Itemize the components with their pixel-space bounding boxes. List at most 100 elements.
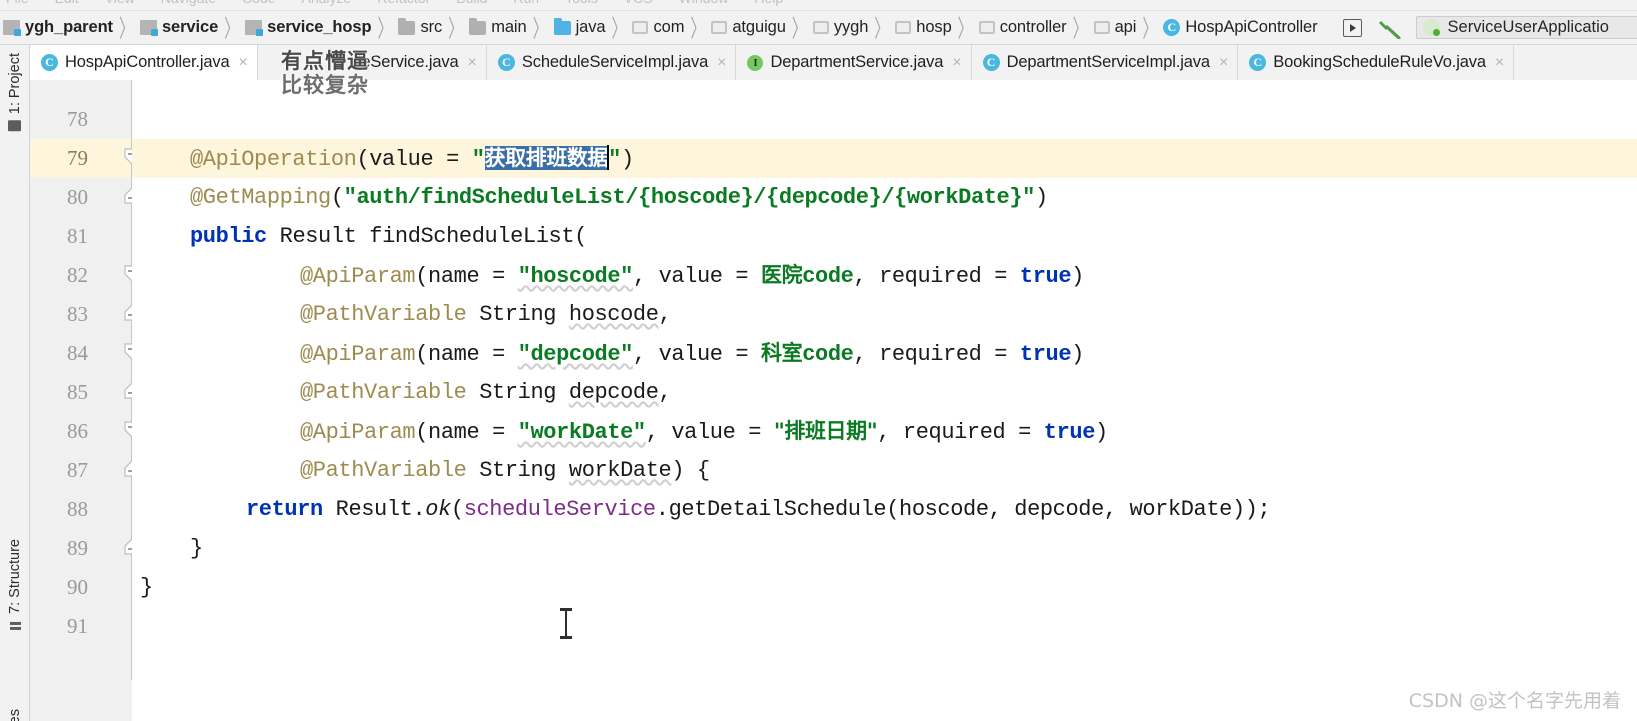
breadcrumb-item-main[interactable]: main (466, 11, 529, 44)
spring-boot-icon (1422, 19, 1440, 36)
breadcrumb-label: atguigu (732, 18, 786, 36)
line-number: 85 (67, 380, 88, 404)
breadcrumb-item-com[interactable]: com (629, 11, 687, 44)
breadcrumb-item-hospapicontroller[interactable]: C HospApiController (1160, 11, 1320, 44)
breadcrumb-item-src[interactable]: src (395, 11, 445, 44)
package-icon (812, 21, 829, 34)
breadcrumb-item-service-hosp[interactable]: service_hosp (242, 11, 374, 44)
line-number: 82 (67, 263, 88, 287)
breadcrumb-item-atguigu[interactable]: atguigu (708, 11, 788, 44)
menu-item-analyze[interactable]: Analyze (302, 0, 352, 5)
tab-departmentserviceimpl[interactable]: C DepartmentServiceImpl.java × (971, 45, 1239, 80)
module-icon (245, 20, 264, 36)
menu-item-file[interactable]: File (6, 0, 29, 5)
editor-gutter[interactable]: 78 79 80 81 82 83 84 85 86 87 88 89 90 9… (30, 80, 132, 721)
java-class-icon: C (41, 54, 58, 71)
tab-label: DepartmentService.java (770, 53, 944, 71)
close-icon[interactable]: × (1219, 54, 1228, 71)
code-line-86[interactable]: @ApiParam(name = "workDate", value = "排班… (300, 412, 1108, 452)
close-icon[interactable]: × (717, 54, 726, 71)
tab-departmentservice[interactable]: I DepartmentService.java × (736, 45, 972, 80)
breadcrumb-item-yygh[interactable]: yygh (810, 11, 871, 44)
editor-tab-bar: C HospApiController.java × C leService.j… (30, 45, 1637, 81)
line-number: 90 (67, 575, 88, 599)
breadcrumb-label: src (420, 18, 443, 36)
line-number: 80 (67, 185, 88, 209)
close-icon[interactable]: × (1495, 54, 1504, 71)
sidebar-item-favorites[interactable]: es (0, 705, 30, 721)
build-hammer-icon[interactable] (1378, 17, 1402, 39)
menu-item-view[interactable]: View (105, 0, 135, 5)
breadcrumb-separator-icon: 〉 (690, 15, 706, 43)
line-number: 87 (67, 458, 88, 482)
menu-item-tools[interactable]: Tools (565, 0, 598, 5)
module-icon (3, 20, 21, 36)
menu-item-code[interactable]: Code (242, 0, 275, 5)
close-icon[interactable]: × (468, 54, 477, 71)
folder-icon (469, 17, 487, 35)
sidebar-item-project[interactable]: 1: Project (0, 49, 30, 135)
breadcrumb-item-api[interactable]: api (1091, 11, 1140, 44)
sidebar-item-structure[interactable]: 7: Structure (0, 535, 30, 636)
folder-icon (398, 17, 416, 35)
line-number: 81 (67, 224, 88, 248)
code-line-89[interactable]: } (190, 529, 203, 568)
run-configuration-selector-icon[interactable] (1342, 18, 1362, 37)
menu-bar: File Edit View Navigate Code Analyze Ref… (0, 0, 1637, 11)
tab-label: DepartmentServiceImpl.java (1006, 53, 1211, 71)
close-icon[interactable]: × (239, 54, 248, 71)
code-line-85[interactable]: @PathVariable String depcode, (300, 373, 672, 412)
code-line-87[interactable]: @PathVariable String workDate) { (300, 451, 710, 490)
breadcrumb-item-service[interactable]: service (137, 11, 221, 44)
run-configuration-dropdown[interactable]: ServiceUserApplicatio (1415, 16, 1637, 39)
package-icon (632, 21, 649, 34)
tab-label: HospApiController.java (65, 53, 230, 71)
breadcrumb-separator-icon: 〉 (118, 15, 134, 43)
breadcrumb-item-project[interactable]: ygh_parent (0, 11, 116, 44)
breadcrumb-label: main (491, 18, 527, 36)
breadcrumb-separator-icon: 〉 (874, 15, 890, 43)
tab-bookingschedulerulevo[interactable]: C BookingScheduleRuleVo.java × (1238, 45, 1515, 80)
breadcrumb-label: com (653, 18, 685, 36)
code-editor[interactable]: @ApiOperation(value = "获取排班数据") @GetMapp… (132, 80, 1637, 721)
tab-hospapicontroller[interactable]: C HospApiController.java × (30, 45, 258, 80)
menu-item-navigate[interactable]: Navigate (161, 0, 216, 5)
tab-scheduleserviceimpl[interactable]: C ScheduleServiceImpl.java × (486, 45, 737, 80)
line-number: 79 (67, 146, 88, 170)
sidebar-item-label: es (7, 709, 23, 721)
run-configuration-label: ServiceUserApplicatio (1447, 18, 1609, 36)
menu-item-refactor[interactable]: Refactor (377, 0, 430, 5)
package-icon (1093, 21, 1110, 34)
code-line-80[interactable]: @GetMapping("auth/findScheduleList/{hosc… (190, 178, 1048, 217)
code-line-83[interactable]: @PathVariable String hoscode, (300, 295, 672, 334)
breadcrumb-label: controller (999, 18, 1067, 36)
code-line-84[interactable]: @ApiParam(name = "depcode", value = 科室co… (300, 334, 1084, 374)
code-line-79[interactable]: @ApiOperation(value = "获取排班数据") (190, 139, 634, 179)
watermark: CSDN @这个名字先用着 (1408, 690, 1621, 712)
breadcrumb-item-controller[interactable]: controller (976, 11, 1070, 44)
code-line-90[interactable]: } (140, 568, 153, 607)
menu-item-edit[interactable]: Edit (55, 0, 79, 5)
breadcrumb-label: HospApiController (1185, 18, 1318, 36)
menu-item-build[interactable]: Build (456, 0, 487, 5)
breadcrumb-separator-icon: 〉 (448, 15, 464, 43)
code-line-82[interactable]: @ApiParam(name = "hoscode", value = 医院co… (300, 256, 1084, 296)
navbar-tool-group (1342, 17, 1402, 39)
code-line-81[interactable]: public Result findScheduleList( (190, 217, 587, 256)
menu-item-window[interactable]: Window (679, 0, 729, 5)
menu-item-run[interactable]: Run (513, 0, 539, 5)
breadcrumb-label: yygh (833, 18, 869, 36)
code-line-88[interactable]: return Result.ok(scheduleService.getDeta… (246, 490, 1271, 529)
breadcrumb-separator-icon: 〉 (1142, 15, 1158, 43)
breadcrumb-label: service (161, 18, 219, 36)
breadcrumb-label: service_hosp (267, 18, 372, 36)
breadcrumb-item-java[interactable]: java (551, 11, 609, 44)
tab-schedule-service[interactable]: C leService.java × (257, 45, 487, 80)
menu-item-vcs[interactable]: VCS (624, 0, 653, 5)
breadcrumb-item-hosp[interactable]: hosp (892, 11, 954, 44)
module-icon (139, 20, 158, 36)
menu-item-help[interactable]: Help (754, 0, 783, 5)
close-icon[interactable]: × (952, 54, 961, 71)
line-number: 86 (67, 419, 88, 443)
breadcrumb-separator-icon: 〉 (1072, 15, 1088, 43)
